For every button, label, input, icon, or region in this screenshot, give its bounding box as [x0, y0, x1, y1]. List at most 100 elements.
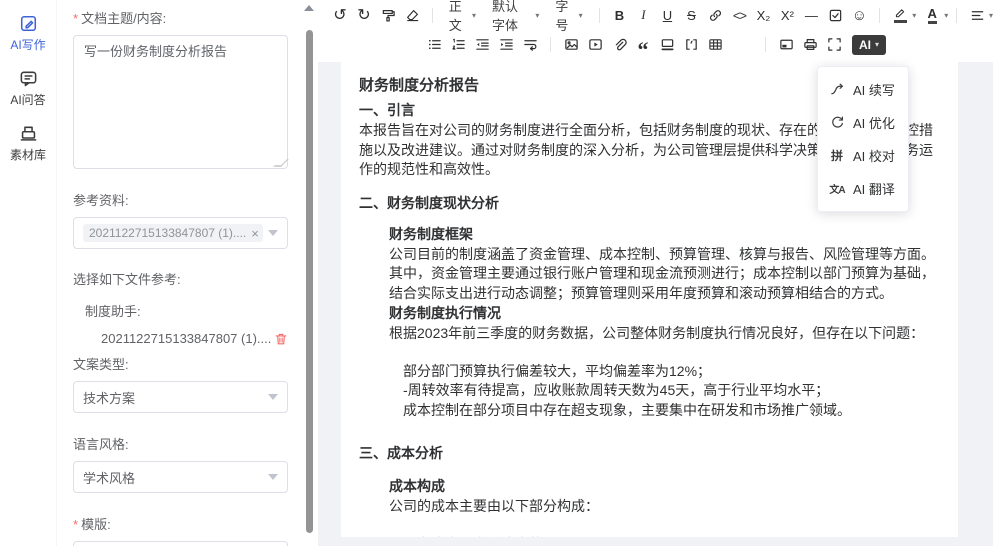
panel-scrollbar-thumb[interactable] — [306, 30, 313, 533]
task-checkbox-button[interactable] — [823, 4, 847, 26]
ai-menu-item-continue[interactable]: AI 续写 — [818, 73, 908, 106]
font-color-button[interactable]: A — [920, 4, 944, 26]
line-break-button[interactable] — [518, 34, 542, 56]
outdent-button[interactable] — [470, 34, 494, 56]
toolbar-separator — [550, 37, 551, 52]
link-button[interactable] — [703, 4, 727, 26]
topic-textarea[interactable]: 写一份财务制度分析报告 — [73, 35, 288, 169]
insert-table-button[interactable] — [703, 34, 727, 56]
print-button[interactable] — [798, 34, 822, 56]
template-select[interactable]: 通用模板 — [73, 541, 288, 546]
toolbar-separator — [599, 8, 600, 23]
sidebar-item-material-library[interactable]: 素材库 — [0, 124, 56, 163]
highlight-color-button[interactable] — [888, 4, 912, 26]
blockquote-button[interactable]: “ — [631, 34, 655, 56]
sidebar-item-label: AI问答 — [10, 91, 45, 108]
fullscreen-button[interactable] — [822, 34, 846, 56]
assistant-label: 制度助手: — [73, 301, 288, 320]
doc-paragraph: 公司目前的制度涵盖了资金管理、成本控制、预算管理、核算与报告、风险管理等方面。其… — [389, 245, 940, 304]
ai-dropdown-button[interactable]: AI▾ — [852, 35, 886, 55]
align-dropdown[interactable] — [965, 4, 989, 26]
subscript-button[interactable]: X₂ — [751, 4, 775, 26]
ai-writing-form-panel: *文档主题/内容: 写一份财务制度分析报告 参考资料: 202112271513… — [57, 0, 301, 546]
ai-writing-icon — [19, 14, 38, 33]
ai-optimize-icon — [829, 115, 845, 130]
delete-file-icon[interactable] — [274, 332, 288, 346]
attachment-button[interactable] — [607, 34, 631, 56]
underline-button[interactable]: U — [655, 4, 679, 26]
doc-heading: 三、成本分析 — [359, 442, 940, 464]
chevron-down-icon[interactable]: ▾ — [944, 11, 948, 20]
style-select[interactable]: 学术风格 — [73, 461, 288, 493]
left-nav-rail: AI写作 AI问答 素材库 — [0, 0, 57, 546]
sidebar-item-label: 素材库 — [10, 146, 46, 163]
toolbar-separator — [879, 8, 880, 23]
insert-video-button[interactable] — [583, 34, 607, 56]
format-painter-button[interactable] — [376, 4, 400, 26]
editor-toolbar-row2: “ AI▾ — [318, 30, 993, 59]
ai-translate-icon: 文A — [829, 181, 845, 196]
file-name: 2021122715133847807 (1).... — [101, 331, 274, 346]
bullet-list-button[interactable] — [422, 34, 446, 56]
redo-button[interactable]: ↻ — [352, 4, 376, 26]
chevron-down-icon[interactable]: ▾ — [989, 11, 993, 20]
file-row: 2021122715133847807 (1).... — [73, 331, 288, 346]
copy-type-label: 文案类型: — [73, 354, 288, 373]
font-family-dropdown[interactable]: 默认字体▾ — [484, 3, 547, 27]
ai-menu-item-label: AI 翻译 — [853, 179, 895, 198]
doc-list-line: 部分部门预算执行偏差较大，平均偏差率为12%； — [403, 362, 940, 382]
italic-button[interactable]: I — [631, 4, 655, 26]
ai-proofread-icon: 拼 — [829, 147, 845, 164]
emoji-button[interactable]: ☺ — [847, 4, 871, 26]
chat-icon — [19, 69, 38, 88]
copy-type-value: 技术方案 — [83, 388, 135, 407]
undo-button[interactable]: ↺ — [328, 4, 352, 26]
paragraph-style-dropdown[interactable]: 正文▾ — [441, 3, 484, 27]
sidebar-item-label: AI写作 — [10, 36, 45, 53]
inline-code-button[interactable]: <> — [727, 4, 751, 26]
editor-region: ↺ ↻ 正文▾ 默认字体▾ 字号▾ B I U S — [318, 0, 993, 546]
library-icon — [19, 124, 38, 143]
copy-type-select[interactable]: 技术方案 — [73, 381, 288, 413]
app-window: AI写作 AI问答 素材库 *文档主题/内容: 写一份财务制度分析报告 参考资料… — [0, 0, 993, 546]
doc-list-line: -周转效率有待提高，应收账款周转天数为45天，高于行业平均水平； — [403, 381, 940, 401]
ai-dropdown-menu: AI 续写 AI 优化 拼 AI 校对 文A AI 翻译 — [817, 66, 909, 212]
divider-block-button[interactable] — [655, 34, 679, 56]
chevron-down-icon — [268, 474, 278, 480]
horizontal-rule-button[interactable]: — — [799, 4, 823, 26]
ai-menu-item-translate[interactable]: 文A AI 翻译 — [818, 172, 908, 205]
panel-layout-button[interactable] — [774, 34, 798, 56]
template-label: *模版: — [73, 514, 288, 533]
toolbar-separator — [765, 37, 766, 52]
code-block-button[interactable] — [679, 34, 703, 56]
chevron-down-icon — [268, 230, 278, 236]
panel-divider-strip — [301, 0, 318, 546]
required-asterisk: * — [73, 11, 78, 26]
tag-close-icon[interactable]: × — [251, 227, 259, 240]
style-value: 学术风格 — [83, 468, 135, 487]
sidebar-item-ai-qa[interactable]: AI问答 — [0, 69, 56, 108]
toolbar-separator — [432, 8, 433, 23]
ordered-list-button[interactable] — [446, 34, 470, 56]
chevron-down-icon: ▾ — [579, 11, 583, 20]
font-size-dropdown[interactable]: 字号▾ — [547, 3, 590, 27]
insert-image-button[interactable] — [559, 34, 583, 56]
chevron-down-icon[interactable]: ▾ — [912, 11, 916, 20]
doc-list-line: 人力成本：占总成本的35%； — [403, 535, 940, 538]
indent-button[interactable] — [494, 34, 518, 56]
sidebar-item-ai-writing[interactable]: AI写作 — [0, 14, 56, 53]
doc-subheading: 财务制度框架 — [389, 224, 940, 245]
eraser-button[interactable] — [400, 4, 424, 26]
bold-button[interactable]: B — [607, 4, 631, 26]
ai-menu-item-proofread[interactable]: 拼 AI 校对 — [818, 139, 908, 172]
editor-toolbar-row1: ↺ ↻ 正文▾ 默认字体▾ 字号▾ B I U S — [318, 0, 993, 30]
superscript-button[interactable]: X² — [775, 4, 799, 26]
doc-paragraph: 根据2023年前三季度的财务数据，公司整体财务制度执行情况良好，但存在以下问题： — [389, 324, 940, 344]
collapse-panel-icon[interactable] — [304, 5, 314, 11]
strikethrough-button[interactable]: S — [679, 4, 703, 26]
reference-select[interactable]: 2021122715133847807 (1).... × — [73, 217, 288, 249]
ai-menu-item-optimize[interactable]: AI 优化 — [818, 106, 908, 139]
ai-menu-item-label: AI 优化 — [853, 113, 895, 132]
ai-menu-item-label: AI 校对 — [853, 146, 895, 165]
doc-subheading: 财务制度执行情况 — [389, 303, 940, 324]
